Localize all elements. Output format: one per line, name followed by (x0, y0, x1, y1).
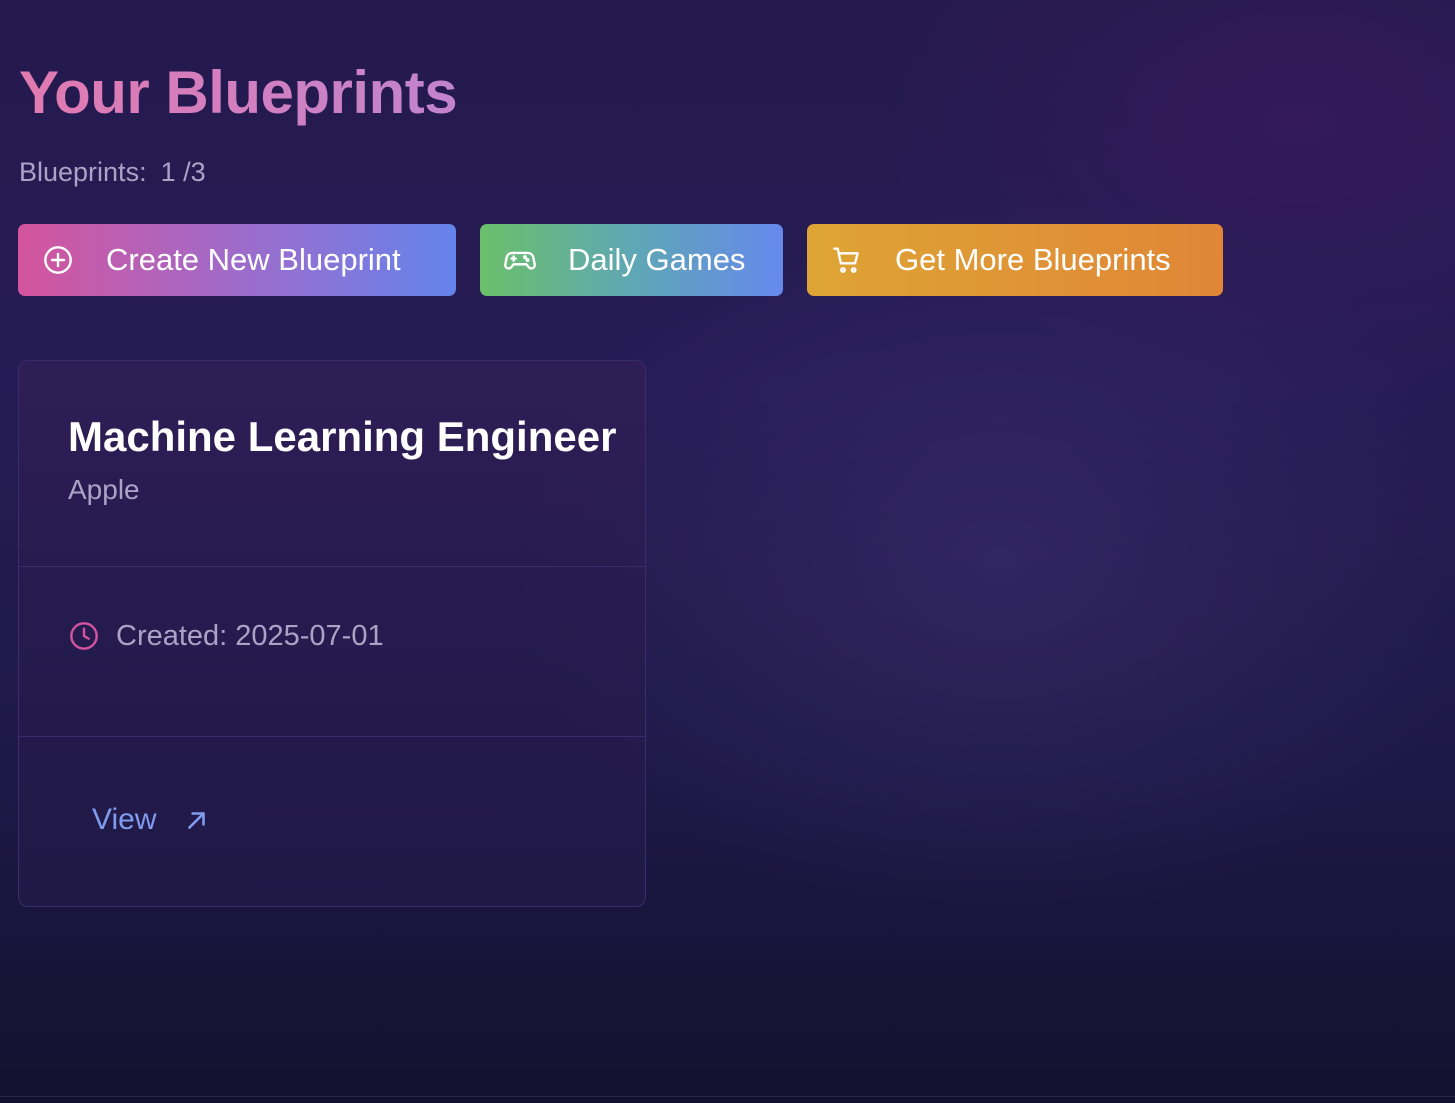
blueprint-card-header: Machine Learning Engineer Apple (19, 361, 645, 567)
blueprint-title: Machine Learning Engineer (68, 413, 617, 460)
clock-icon (68, 620, 100, 652)
view-blueprint-link[interactable]: View (92, 803, 210, 837)
blueprint-count-label: Blueprints: (19, 157, 147, 187)
shopping-cart-icon (829, 242, 865, 278)
blueprint-card-meta: Created: 2025-07-01 (19, 567, 645, 737)
created-date: 2025-07-01 (235, 620, 384, 652)
daily-games-label: Daily Games (568, 242, 746, 277)
blueprint-card-footer: View (19, 737, 645, 837)
blueprint-count-value: 1 /3 (160, 157, 206, 187)
get-more-blueprints-label: Get More Blueprints (895, 242, 1171, 277)
created-label: Created: (116, 620, 228, 652)
bottom-divider (0, 1096, 1455, 1097)
arrow-up-right-icon (184, 807, 210, 833)
daily-games-button[interactable]: Daily Games (480, 224, 783, 296)
blueprint-count: Blueprints: 1 /3 (19, 154, 206, 190)
blueprint-card: Machine Learning Engineer Apple Created:… (18, 360, 646, 907)
blueprint-created: Created: 2025-07-01 (116, 619, 384, 653)
gamepad-icon (502, 242, 538, 278)
blueprint-company: Apple (68, 474, 140, 505)
create-new-blueprint-label: Create New Blueprint (106, 242, 401, 277)
create-new-blueprint-button[interactable]: Create New Blueprint (18, 224, 456, 296)
blueprints-page: Your Blueprints Blueprints: 1 /3 Create N… (18, 0, 1455, 1103)
view-label: View (92, 803, 157, 836)
page-title: Your Blueprints (19, 59, 458, 126)
get-more-blueprints-button[interactable]: Get More Blueprints (807, 224, 1223, 296)
plus-circle-icon (40, 242, 76, 278)
action-bar: Create New Blueprint Daily Games Get Mor… (18, 224, 1223, 296)
